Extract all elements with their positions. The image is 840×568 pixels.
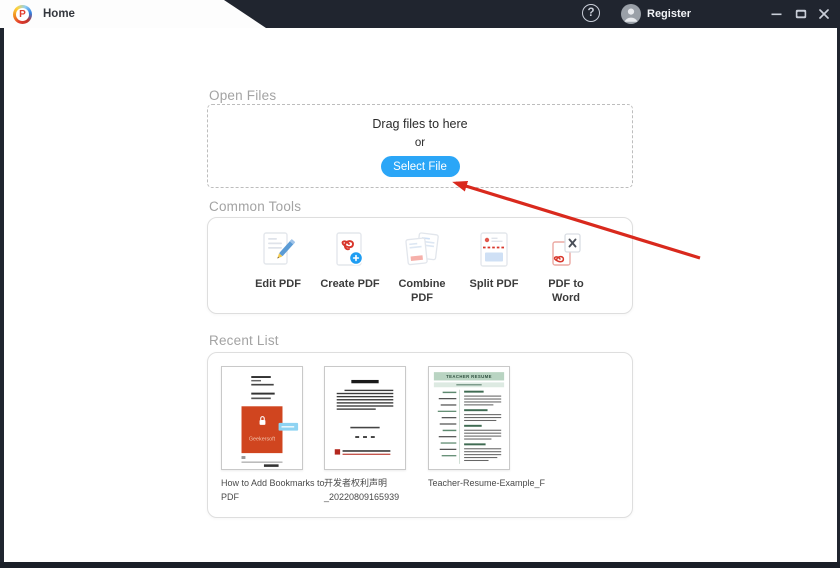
avatar-icon [621, 4, 641, 24]
tool-label: Split PDF [469, 278, 519, 290]
drag-files-text: Drag files to here [372, 117, 468, 131]
pdf-to-word-icon [552, 233, 581, 266]
svg-text:TEACHER RESUME: TEACHER RESUME [446, 374, 492, 379]
document-thumbnail: Geekersoft [221, 366, 303, 470]
window-bottom-edge [0, 562, 840, 568]
cn-statement-doc-preview [325, 367, 405, 469]
app-logo-icon: P [13, 4, 32, 24]
register-label: Register [647, 8, 692, 20]
tool-create-pdf[interactable]: Create PDF [318, 231, 382, 313]
tool-combine-pdf[interactable]: Combine PDF [390, 231, 454, 313]
or-text: or [414, 137, 426, 149]
close-icon [819, 9, 829, 19]
select-file-button[interactable]: Select File [380, 156, 460, 177]
register-button[interactable]: Register [621, 4, 691, 24]
document-thumbnail [324, 366, 406, 470]
combine-pdf-icon [405, 232, 439, 266]
create-pdf-icon [336, 232, 364, 266]
common-tools-panel: Edit PDF Create PDF Combine PDF Split PD… [207, 217, 633, 314]
maximize-icon [795, 9, 807, 19]
recent-item-cn-statement-doc[interactable]: 开发者权利声明 _20220809165939 [324, 366, 406, 505]
tool-label: Edit PDF [255, 278, 301, 290]
tool-label: Create PDF [320, 278, 380, 290]
recent-item-name: How to Add Bookmarks to PDF [221, 478, 325, 502]
recent-item-name: Teacher-Resume-Example_F [428, 478, 546, 488]
bookmarks-doc-preview: Geekersoft [222, 367, 302, 469]
tool-pdf-to-word[interactable]: PDF to Word [534, 231, 598, 313]
split-pdf-icon [480, 232, 508, 267]
recent-item-teacher-resume-doc[interactable]: TEACHER RESUME Teacher-Resume-Example_F [428, 366, 545, 491]
edit-pdf-icon [263, 232, 295, 265]
minimize-button[interactable] [767, 6, 785, 22]
common-tools-title: Common Tools [209, 199, 302, 214]
open-files-title: Open Files [209, 88, 277, 103]
tool-label: PDF to Word [548, 278, 584, 305]
document-thumbnail: TEACHER RESUME [428, 366, 510, 470]
recent-list-panel: Geekersoft How to Add Bookmarks to PDF 开… [207, 352, 633, 518]
tool-edit-pdf[interactable]: Edit PDF [246, 231, 310, 313]
recent-item-bookmarks-doc[interactable]: Geekersoft How to Add Bookmarks to PDF [221, 366, 325, 505]
svg-text:Geekersoft: Geekersoft [249, 436, 276, 442]
title-bar: P Home ? Register [0, 0, 840, 28]
recent-list-title: Recent List [209, 333, 279, 348]
minimize-icon [771, 13, 781, 16]
tool-label: Combine PDF [398, 278, 446, 305]
close-button[interactable] [815, 6, 833, 22]
tool-split-pdf[interactable]: Split PDF [462, 231, 526, 313]
maximize-button[interactable] [792, 6, 810, 22]
teacher-resume-doc-preview: TEACHER RESUME [429, 367, 509, 469]
recent-item-name: 开发者权利声明 _20220809165939 [324, 478, 400, 502]
file-dropzone[interactable]: Drag files to here or Select File [207, 104, 633, 188]
tab-home[interactable]: P Home [0, 0, 266, 28]
tab-home-label: Home [43, 8, 75, 20]
logo-letter: P [19, 8, 26, 20]
help-icon[interactable]: ? [582, 4, 600, 22]
